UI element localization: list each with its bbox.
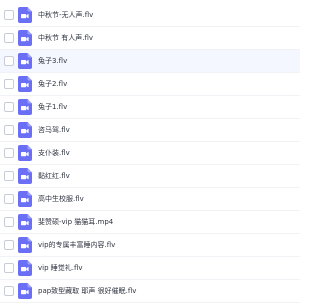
file-name[interactable]: 中秋节 有人声.flv xyxy=(38,31,93,45)
video-file-icon xyxy=(18,214,32,230)
file-row[interactable]: 支仆装.flv xyxy=(0,142,300,165)
video-file-icon xyxy=(18,191,32,207)
file-row[interactable]: 兔子1.flv xyxy=(0,96,300,119)
file-checkbox[interactable] xyxy=(4,33,14,43)
file-row[interactable]: 兔子3.flv xyxy=(0,50,300,73)
file-checkbox[interactable] xyxy=(4,171,14,181)
file-checkbox[interactable] xyxy=(4,102,14,112)
video-file-icon xyxy=(18,237,32,253)
file-row[interactable]: 黏红红.flv xyxy=(0,165,300,188)
file-name[interactable]: 高中生校服.flv xyxy=(38,192,84,206)
file-checkbox[interactable] xyxy=(4,10,14,20)
file-name[interactable]: vip 睡觉礼.flv xyxy=(38,261,83,275)
file-checkbox[interactable] xyxy=(4,194,14,204)
video-file-icon xyxy=(18,122,32,138)
file-checkbox[interactable] xyxy=(4,240,14,250)
file-name[interactable]: 斐赞硕-vip 猫猫耳.mp4 xyxy=(38,215,113,229)
video-file-icon xyxy=(18,260,32,276)
file-checkbox[interactable] xyxy=(4,286,14,296)
file-checkbox[interactable] xyxy=(4,263,14,273)
file-row[interactable]: 中秋节-无人声.flv xyxy=(0,4,300,27)
file-name[interactable]: 中秋节-无人声.flv xyxy=(38,8,93,22)
file-checkbox[interactable] xyxy=(4,79,14,89)
file-name[interactable]: 支仆装.flv xyxy=(38,146,70,160)
file-row[interactable]: vip的专属丰富睡内容.flv xyxy=(0,234,300,257)
file-row[interactable]: 斐赞硕-vip 猫猫耳.mp4 xyxy=(0,211,300,234)
video-file-icon xyxy=(18,145,32,161)
file-checkbox[interactable] xyxy=(4,125,14,135)
file-checkbox[interactable] xyxy=(4,217,14,227)
file-checkbox[interactable] xyxy=(4,148,14,158)
file-row[interactable]: pap致型藏取 耶声 很好催眠.flv xyxy=(0,280,300,303)
video-file-icon xyxy=(18,283,32,299)
video-file-icon xyxy=(18,7,32,23)
file-row[interactable]: vip 睡觉礼.flv xyxy=(0,257,300,280)
file-row[interactable]: 中秋节 有人声.flv xyxy=(0,27,300,50)
video-file-icon xyxy=(18,76,32,92)
file-name[interactable]: 咨马驾.flv xyxy=(38,123,70,137)
video-file-icon xyxy=(18,53,32,69)
file-name[interactable]: 兔子2.flv xyxy=(38,77,67,91)
file-name[interactable]: 兔子3.flv xyxy=(38,54,67,68)
video-file-icon xyxy=(18,30,32,46)
file-checkbox[interactable] xyxy=(4,56,14,66)
file-name[interactable]: 兔子1.flv xyxy=(38,100,67,114)
video-file-icon xyxy=(18,99,32,115)
video-file-icon xyxy=(18,168,32,184)
file-name[interactable]: pap致型藏取 耶声 很好催眠.flv xyxy=(38,284,136,298)
file-name[interactable]: vip的专属丰富睡内容.flv xyxy=(38,238,115,252)
file-list: 中秋节-无人声.flv 中秋节 有人声.flv 兔子3.flv 兔子2.flv 兔子1.… xyxy=(0,0,300,303)
file-row[interactable]: 兔子2.flv xyxy=(0,73,300,96)
file-row[interactable]: 高中生校服.flv xyxy=(0,188,300,211)
file-name[interactable]: 黏红红.flv xyxy=(38,169,70,183)
file-row[interactable]: 咨马驾.flv xyxy=(0,119,300,142)
